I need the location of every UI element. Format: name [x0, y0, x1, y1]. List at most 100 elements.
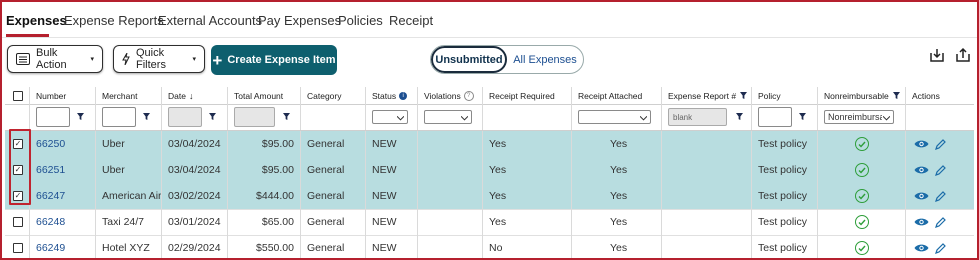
merchant-cell: Uber	[96, 131, 162, 157]
filter-receipt-required-cell	[483, 104, 572, 130]
table-row[interactable]: ✓ 66250 Uber 03/04/2024 $95.00 General N…	[5, 131, 974, 158]
filter-expense-report-input[interactable]: blank	[668, 108, 727, 126]
tab-pay-expenses[interactable]: Pay Expenses	[258, 13, 341, 28]
tab-receipt[interactable]: Receipt	[389, 13, 433, 28]
tab-external-accounts[interactable]: External Accounts	[158, 13, 262, 28]
status-cell: NEW	[366, 183, 418, 209]
all-expenses-toggle[interactable]: All Expenses	[507, 46, 583, 73]
edit-pencil-icon[interactable]	[935, 138, 946, 150]
status-cell: NEW	[366, 209, 418, 235]
tab-expenses[interactable]: Expenses	[6, 13, 67, 28]
filter-icon[interactable]	[283, 111, 290, 123]
receipt-attached-cell: Yes	[572, 183, 662, 209]
help-icon[interactable]: ?	[463, 90, 474, 101]
table-row[interactable]: 66248 Taxi 24/7 03/01/2024 $65.00 Genera…	[5, 209, 974, 236]
filter-icon[interactable]	[77, 111, 84, 123]
check-circle-icon	[854, 163, 869, 177]
amount-cell: $65.00	[228, 209, 301, 235]
date-cell: 03/02/2024	[162, 183, 228, 209]
check-circle-icon	[854, 241, 869, 255]
merchant-cell: American Airli	[96, 183, 162, 209]
receipt-required-cell: No	[483, 235, 572, 258]
row-checkbox[interactable]	[13, 217, 23, 227]
header-expense-report[interactable]: Expense Report #	[662, 87, 752, 104]
table-row[interactable]: 66249 Hotel XYZ 02/29/2024 $550.00 Gener…	[5, 235, 974, 258]
filter-number-input[interactable]	[36, 107, 70, 127]
view-eye-icon[interactable]	[914, 217, 929, 227]
edit-pencil-icon[interactable]	[935, 242, 946, 254]
create-expense-item-button[interactable]: + Create Expense Item	[211, 45, 337, 75]
filter-icon[interactable]	[143, 111, 150, 123]
filter-merchant-input[interactable]	[102, 107, 136, 127]
view-eye-icon[interactable]	[914, 243, 929, 253]
actions-cell	[906, 183, 974, 209]
filter-date-input[interactable]	[168, 107, 202, 127]
filter-violations-select[interactable]	[424, 110, 472, 124]
filter-icon[interactable]	[799, 111, 806, 123]
select-all-cell	[5, 87, 30, 104]
chevron-down-icon	[460, 113, 469, 123]
header-category[interactable]: Category	[301, 87, 366, 104]
filter-icon[interactable]	[209, 111, 216, 123]
expense-number-link[interactable]: 66248	[36, 216, 65, 228]
actions-cell	[906, 157, 974, 183]
header-violations[interactable]: Violations?	[418, 87, 483, 104]
unsubmitted-toggle[interactable]: Unsubmitted	[431, 46, 507, 73]
header-status[interactable]: Status i	[366, 87, 418, 104]
tab-policies[interactable]: Policies	[338, 13, 383, 28]
nonreimbursable-cell	[818, 183, 906, 209]
header-policy[interactable]: Policy	[752, 87, 818, 104]
header-violations-label: Violations	[424, 90, 461, 101]
edit-pencil-icon[interactable]	[935, 190, 946, 202]
header-date[interactable]: Date ↓	[162, 87, 228, 104]
view-eye-icon[interactable]	[914, 165, 929, 175]
filter-policy-input[interactable]	[758, 107, 792, 127]
row-number-cell: 66249	[30, 235, 96, 258]
table-row[interactable]: ✓ 66251 Uber 03/04/2024 $95.00 General N…	[5, 157, 974, 184]
expense-number-link[interactable]: 66247	[36, 190, 65, 202]
filter-nonreimbursable-select[interactable]: Nonreimbursable	[824, 110, 894, 124]
view-eye-icon[interactable]	[914, 191, 929, 201]
quick-filters-button[interactable]: Quick Filters ▾	[113, 45, 205, 73]
policy-cell: Test policy	[752, 183, 818, 209]
edit-pencil-icon[interactable]	[935, 164, 946, 176]
filter-receipt-attached-cell	[572, 104, 662, 130]
header-receipt-attached[interactable]: Receipt Attached	[572, 87, 662, 104]
edit-pencil-icon[interactable]	[935, 216, 946, 228]
view-eye-icon[interactable]	[914, 139, 929, 149]
filter-date-cell	[162, 104, 228, 130]
expense-number-link[interactable]: 66251	[36, 164, 65, 176]
row-checkbox[interactable]	[13, 243, 23, 253]
filter-icon[interactable]	[736, 111, 743, 123]
category-cell: General	[301, 183, 366, 209]
filter-amount-input[interactable]	[234, 107, 275, 127]
header-merchant[interactable]: Merchant	[96, 87, 162, 104]
bulk-action-button[interactable]: Bulk Action ▾	[7, 45, 103, 73]
app-frame: Expenses Expense Reports External Accoun…	[0, 0, 979, 260]
row-select-cell	[5, 209, 30, 235]
expense-view-toggle: Unsubmitted All Expenses	[430, 45, 584, 74]
header-total-amount[interactable]: Total Amount	[228, 87, 301, 104]
filter-status-select[interactable]	[372, 110, 408, 124]
select-all-checkbox[interactable]	[13, 90, 23, 101]
expense-number-link[interactable]: 66250	[36, 138, 65, 150]
header-number[interactable]: Number	[30, 87, 96, 104]
amount-cell: $444.00	[228, 183, 301, 209]
table-row[interactable]: ✓ 66247 American Airli 03/02/2024 $444.0…	[5, 183, 974, 210]
tab-expense-reports[interactable]: Expense Reports	[64, 13, 164, 28]
download-icon[interactable]	[929, 47, 945, 68]
violations-cell	[418, 131, 483, 157]
filter-policy-cell	[752, 104, 818, 130]
expense-number-link[interactable]: 66249	[36, 242, 65, 254]
header-nonreimbursable[interactable]: Nonreimbursable	[818, 87, 906, 104]
filter-icon[interactable]	[892, 91, 900, 101]
filter-icon[interactable]	[740, 91, 748, 101]
header-receipt-required[interactable]: Receipt Required	[483, 87, 572, 104]
receipt-attached-cell: Yes	[572, 235, 662, 258]
filter-receipt-attached-select[interactable]	[578, 110, 651, 124]
row-number-cell: 66247	[30, 183, 96, 209]
quick-filters-label: Quick Filters	[136, 47, 166, 71]
table-header: Number Merchant Date ↓ Total Amount Categ…	[5, 87, 974, 105]
info-icon[interactable]: i	[399, 91, 408, 100]
share-export-icon[interactable]	[955, 47, 971, 68]
